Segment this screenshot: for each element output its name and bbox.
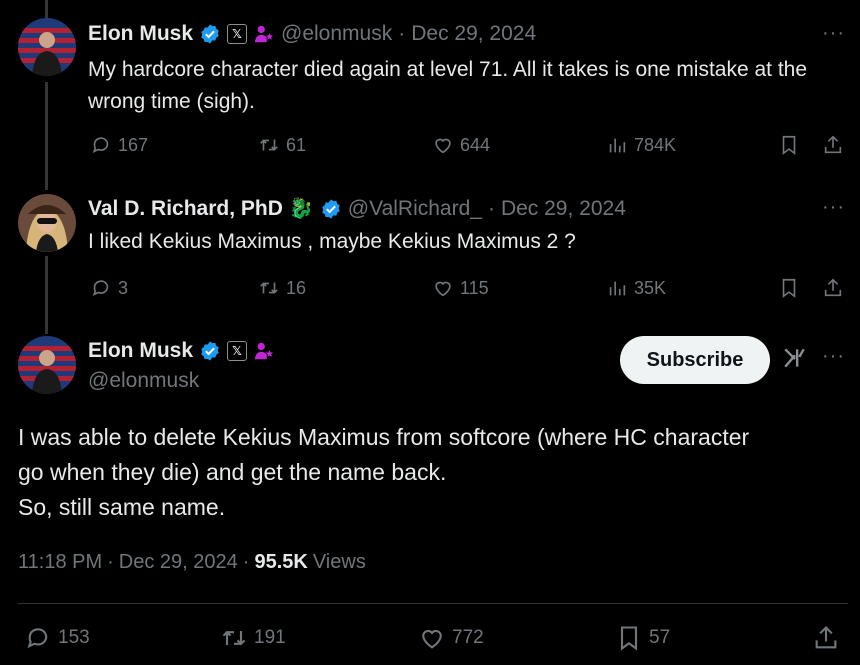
like-count: 115 xyxy=(460,277,489,298)
tweet-header: Elon Musk 𝕏 @elonmusk · Dec 29, 2024 xyxy=(88,22,536,46)
tweet-text: I liked Kekius Maximus , maybe Kekius Ma… xyxy=(88,230,576,253)
retweet-button[interactable]: 61 xyxy=(258,134,306,156)
reply-count: 153 xyxy=(58,627,90,648)
bookmark-icon xyxy=(782,278,796,298)
tweet-meta: 11:18 PM · Dec 29, 2024 · 95.5K Views xyxy=(18,551,366,574)
reply-button[interactable]: 3 xyxy=(90,277,128,299)
views-count: 784K xyxy=(634,134,677,155)
reply-icon xyxy=(92,280,109,296)
more-options-button[interactable]: ··· xyxy=(822,22,845,45)
like-count: 772 xyxy=(452,627,484,648)
reply-count: 3 xyxy=(118,277,129,298)
bookmark-button[interactable] xyxy=(778,277,800,299)
author-name[interactable]: Val D. Richard, PhD xyxy=(88,197,283,221)
verified-icon xyxy=(201,24,219,44)
author-handle[interactable]: @elonmusk xyxy=(88,369,199,393)
verified-icon xyxy=(322,198,340,219)
views-icon xyxy=(609,281,626,296)
share-button[interactable] xyxy=(812,624,840,652)
views-count: 35K xyxy=(634,277,667,298)
like-button[interactable]: 644 xyxy=(432,134,490,156)
heart-icon xyxy=(435,281,451,297)
main-author-row: Elon Musk 𝕏 xyxy=(88,339,275,363)
author-handle[interactable]: @ValRichard_ xyxy=(348,197,482,221)
verified-icon xyxy=(201,341,219,361)
views-button[interactable]: 35K xyxy=(606,277,666,299)
reply-count: 167 xyxy=(118,134,149,155)
tweet-header: Val D. Richard, PhD 🐉 @ValRichard_ · Dec… xyxy=(88,196,626,221)
views-label: Views xyxy=(312,551,366,573)
subscribe-button[interactable]: Subscribe xyxy=(620,336,770,384)
tweet-date[interactable]: Dec 29, 2024 xyxy=(411,22,536,46)
reply-icon xyxy=(27,628,48,649)
retweet-count: 16 xyxy=(286,277,307,298)
tweet-time[interactable]: 11:18 PM xyxy=(18,551,102,574)
text-line: go when they die) and get the name back. xyxy=(18,459,447,485)
views-button[interactable]: 784K xyxy=(606,134,676,156)
avatar[interactable] xyxy=(18,336,76,394)
bookmark-icon xyxy=(782,135,796,155)
share-icon xyxy=(824,135,842,154)
affiliate-icon xyxy=(254,25,274,43)
retweet-icon xyxy=(260,282,278,294)
retweet-button[interactable]: 191 xyxy=(220,624,286,652)
tweet-text: My hardcore character died again at leve… xyxy=(88,58,808,113)
more-options-button[interactable]: ··· xyxy=(822,345,845,368)
bookmark-button[interactable] xyxy=(778,134,800,156)
thread-line xyxy=(45,0,48,18)
avatar[interactable] xyxy=(18,18,76,76)
tweet-date[interactable]: Dec 29, 2024 xyxy=(119,551,238,574)
grok-icon[interactable] xyxy=(782,345,808,376)
avatar[interactable] xyxy=(18,194,76,252)
retweet-icon xyxy=(260,139,278,151)
x-affiliation-icon: 𝕏 xyxy=(227,24,248,44)
thread-line xyxy=(45,256,48,334)
text-line: So, still same name. xyxy=(18,494,226,520)
separator: · xyxy=(398,22,406,45)
dragon-emoji: 🐉 xyxy=(288,198,314,220)
tweet-date[interactable]: Dec 29, 2024 xyxy=(501,197,626,221)
thread-line xyxy=(45,82,48,190)
share-button[interactable] xyxy=(822,134,844,156)
heart-icon xyxy=(435,138,451,154)
bookmark-count: 57 xyxy=(649,627,671,648)
retweet-count: 61 xyxy=(286,134,307,155)
more-options-button[interactable]: ··· xyxy=(822,196,845,219)
affiliate-icon xyxy=(254,342,274,360)
like-button[interactable]: 772 xyxy=(418,624,484,652)
retweet-button[interactable]: 16 xyxy=(258,277,306,299)
reply-button[interactable]: 167 xyxy=(90,134,148,156)
author-handle[interactable]: @elonmusk xyxy=(281,22,392,46)
share-icon xyxy=(815,626,837,649)
bookmark-icon xyxy=(620,626,638,651)
separator: · xyxy=(107,551,114,573)
separator: · xyxy=(242,551,250,573)
divider xyxy=(18,603,848,604)
reply-icon xyxy=(92,137,109,153)
heart-icon xyxy=(422,629,442,649)
text-line: I was able to delete Kekius Maximus from… xyxy=(18,424,750,450)
retweet-count: 191 xyxy=(254,627,286,648)
share-button[interactable] xyxy=(822,277,844,299)
main-tweet-text: I was able to delete Kekius Maximus from… xyxy=(18,420,848,525)
separator: · xyxy=(487,196,495,220)
bookmark-button[interactable]: 57 xyxy=(615,624,670,652)
author-name[interactable]: Elon Musk xyxy=(88,339,193,363)
reply-button[interactable]: 153 xyxy=(24,624,90,652)
share-icon xyxy=(824,278,842,297)
like-button[interactable]: 115 xyxy=(432,277,489,299)
retweet-icon xyxy=(222,630,246,646)
x-affiliation-icon: 𝕏 xyxy=(227,341,248,361)
views-count: 95.5K xyxy=(254,551,308,573)
like-count: 644 xyxy=(460,134,491,155)
views-icon xyxy=(609,138,626,153)
author-name[interactable]: Elon Musk xyxy=(88,22,193,46)
